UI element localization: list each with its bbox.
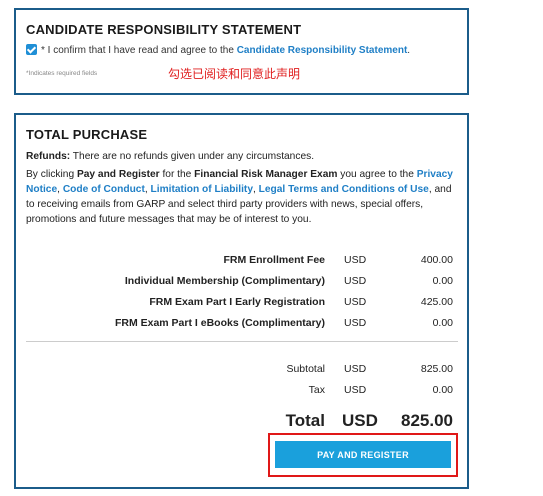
refund-policy: Refunds: There are no refunds given unde…: [26, 149, 458, 164]
item-currency: USD: [344, 254, 367, 266]
crs-title: CANDIDATE RESPONSIBILITY STATEMENT: [26, 22, 302, 37]
annotation-text: 勾选已阅读和同意此声明: [168, 67, 301, 81]
total-amount: 825.00: [401, 411, 453, 430]
line-item: FRM Enrollment Fee USD 400.00: [16, 254, 467, 270]
line-item: FRM Exam Part I eBooks (Complimentary) U…: [16, 317, 467, 333]
line-item: Individual Membership (Complimentary) US…: [16, 275, 467, 291]
limitation-liability-link[interactable]: Limitation of Liability: [151, 184, 253, 195]
button-highlight: PAY AND REGISTER: [268, 433, 458, 477]
tax-label: Tax: [308, 384, 325, 396]
agree-part: for the: [159, 169, 195, 180]
purchase-title: TOTAL PURCHASE: [26, 127, 148, 142]
item-label: Individual Membership (Complimentary): [124, 275, 325, 287]
subtotal-amount: 825.00: [420, 363, 453, 375]
item-currency: USD: [344, 275, 367, 287]
refunds-label: Refunds:: [26, 151, 71, 162]
confirm-checkbox[interactable]: [26, 44, 37, 55]
agree-bold: Pay and Register: [76, 169, 160, 180]
confirm-end: .: [407, 45, 411, 56]
total-purchase-panel: TOTAL PURCHASE Refunds: There are no ref…: [14, 113, 469, 489]
total-currency: USD: [342, 411, 378, 430]
legal-terms-link[interactable]: Legal Terms and Conditions of Use: [259, 184, 429, 195]
item-currency: USD: [344, 317, 367, 329]
subtotal-label: Subtotal: [286, 363, 325, 375]
subtotal-currency: USD: [344, 363, 367, 375]
agreement-text: By clicking Pay and Register for the Fin…: [26, 169, 453, 225]
item-amount: 425.00: [420, 296, 453, 308]
line-item: FRM Exam Part I Early Registration USD 4…: [16, 296, 467, 312]
agree-part: you agree to the: [337, 169, 417, 180]
item-label: FRM Enrollment Fee: [223, 254, 325, 266]
total-label: Total: [285, 411, 325, 430]
required-note: *Indicates required fields: [26, 70, 98, 77]
candidate-responsibility-panel: CANDIDATE RESPONSIBILITY STATEMENT * I c…: [14, 8, 469, 95]
refunds-text: There are no refunds given under any cir…: [70, 151, 315, 162]
tax-amount: 0.00: [432, 384, 453, 396]
item-amount: 400.00: [420, 254, 453, 266]
pay-and-register-button[interactable]: PAY AND REGISTER: [275, 441, 451, 468]
agree-bold: Financial Risk Manager Exam: [194, 169, 338, 180]
divider: [26, 341, 458, 342]
item-amount: 0.00: [432, 275, 453, 287]
tax-currency: USD: [344, 384, 367, 396]
confirm-text: * I confirm that I have read and agree t…: [41, 45, 237, 56]
item-label: FRM Exam Part I eBooks (Complimentary): [114, 317, 325, 329]
item-amount: 0.00: [432, 317, 453, 329]
code-of-conduct-link[interactable]: Code of Conduct: [63, 184, 145, 195]
tax-row: Tax USD 0.00: [16, 384, 467, 400]
item-label: FRM Exam Part I Early Registration: [149, 296, 325, 308]
subtotal-row: Subtotal USD 825.00: [16, 363, 467, 379]
item-currency: USD: [344, 296, 367, 308]
agree-part: By clicking: [26, 169, 77, 180]
confirm-row: * I confirm that I have read and agree t…: [26, 44, 410, 56]
crs-link[interactable]: Candidate Responsibility Statement: [237, 45, 408, 56]
